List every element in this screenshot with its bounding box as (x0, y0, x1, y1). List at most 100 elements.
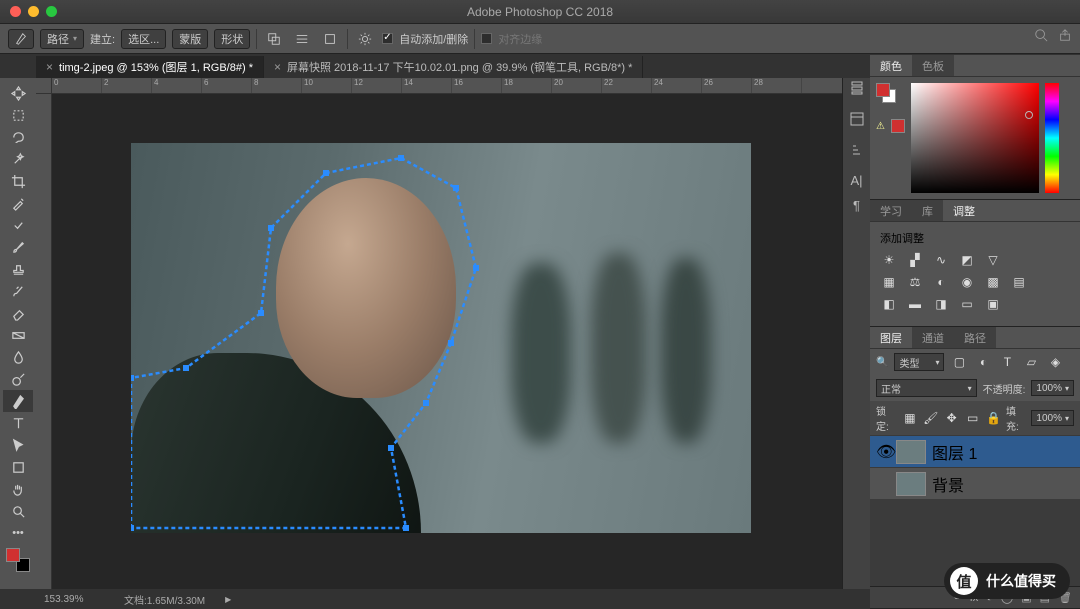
eyedropper-tool[interactable] (3, 192, 33, 214)
path-ops-icon[interactable] (263, 28, 285, 50)
eraser-tool[interactable] (3, 302, 33, 324)
layer-thumbnail[interactable] (896, 472, 926, 496)
selective-color-adj-icon[interactable]: ▣ (984, 296, 1002, 312)
hue-slider[interactable] (1045, 83, 1059, 193)
make-mask-button[interactable]: 蒙版 (172, 29, 208, 49)
document-tab[interactable]: ×timg-2.jpeg @ 153% (图层 1, RGB/8#) * (36, 56, 264, 78)
color-fg-bg-swatch[interactable] (876, 83, 898, 113)
layer-name[interactable]: 图层 1 (932, 440, 977, 464)
stamp-tool[interactable] (3, 258, 33, 280)
layer-thumbnail[interactable] (896, 440, 926, 464)
path-mode-select[interactable]: 路径▾ (40, 29, 84, 49)
filter-shape-icon[interactable]: ▱ (1022, 354, 1040, 370)
exposure-adj-icon[interactable]: ◩ (958, 252, 976, 268)
brush-tool[interactable] (3, 236, 33, 258)
color-field[interactable] (911, 83, 1039, 193)
libraries-tab[interactable]: 库 (912, 200, 943, 221)
gradient-map-adj-icon[interactable]: ▭ (958, 296, 976, 312)
invert-adj-icon[interactable]: ◧ (880, 296, 898, 312)
lookup-adj-icon[interactable]: ▤ (1010, 274, 1028, 290)
layers-tab[interactable]: 图层 (870, 327, 912, 348)
path-arrange-icon[interactable] (319, 28, 341, 50)
lock-all-icon[interactable]: 🔒 (985, 410, 1002, 426)
layer-name[interactable]: 背景 (932, 472, 964, 496)
filter-smart-icon[interactable]: ◈ (1046, 354, 1064, 370)
align-edges-checkbox[interactable] (481, 33, 492, 44)
fg-bg-colors[interactable] (6, 548, 30, 572)
hue-sat-adj-icon[interactable]: ▦ (880, 274, 898, 290)
brushes-panel-icon[interactable] (849, 142, 865, 163)
layer-row[interactable]: 背景 (870, 467, 1080, 499)
fill-field[interactable]: 100%▾ (1031, 410, 1074, 426)
lock-trans-icon[interactable]: ▦ (901, 410, 918, 426)
close-tab-icon[interactable]: × (46, 60, 53, 74)
levels-adj-icon[interactable]: ▞ (906, 252, 924, 268)
filter-search-icon[interactable]: 🔍 (876, 357, 888, 368)
document-tab[interactable]: ×屏幕快照 2018-11-17 下午10.02.01.png @ 39.9% … (264, 56, 643, 78)
crop-tool[interactable] (3, 170, 33, 192)
channels-tab[interactable]: 通道 (912, 327, 954, 348)
magic-wand-tool[interactable] (3, 148, 33, 170)
search-icon[interactable] (1034, 28, 1048, 47)
lock-artboard-icon[interactable]: ▭ (964, 410, 981, 426)
auto-add-delete-checkbox[interactable] (382, 33, 393, 44)
share-icon[interactable] (1058, 28, 1072, 47)
current-tool-indicator[interactable] (8, 29, 34, 49)
curves-adj-icon[interactable]: ∿ (932, 252, 950, 268)
make-shape-button[interactable]: 形状 (214, 29, 250, 49)
channel-mixer-adj-icon[interactable]: ▩ (984, 274, 1002, 290)
status-bar: 153.39% 文档:1.65M/3.30M ▶ (36, 589, 870, 609)
type-tool[interactable] (3, 412, 33, 434)
close-tab-icon[interactable]: × (274, 60, 281, 74)
move-tool[interactable] (3, 82, 33, 104)
lock-pos-icon[interactable]: ✥ (943, 410, 960, 426)
canvas-area[interactable]: 0246810121416182022242628 (36, 78, 870, 589)
character-panel-icon[interactable]: A| (850, 173, 862, 188)
color-tab[interactable]: 颜色 (870, 55, 912, 76)
layer-row[interactable]: 👁 图层 1 (870, 435, 1080, 467)
adjustments-tab[interactable]: 调整 (943, 200, 985, 221)
bw-adj-icon[interactable]: ◐ (932, 274, 950, 290)
blend-mode-select[interactable]: 正常▾ (876, 379, 977, 397)
gear-icon[interactable] (354, 28, 376, 50)
posterize-adj-icon[interactable]: ▬ (906, 296, 924, 312)
zoom-level[interactable]: 153.39% (44, 594, 104, 605)
lock-paint-icon[interactable]: 🖌 (922, 410, 939, 426)
edit-toolbar-icon[interactable]: ••• (3, 522, 33, 544)
paths-tab[interactable]: 路径 (954, 327, 996, 348)
color-balance-adj-icon[interactable]: ⚖ (906, 274, 924, 290)
filter-adjust-icon[interactable]: ◐ (974, 354, 992, 370)
zoom-tool[interactable] (3, 500, 33, 522)
filter-type-icon[interactable]: T (998, 354, 1016, 370)
marquee-tool[interactable] (3, 104, 33, 126)
document-size[interactable]: 文档:1.65M/3.30M (124, 592, 205, 607)
visibility-toggle[interactable]: 👁 (876, 442, 890, 462)
document-canvas[interactable] (131, 143, 751, 533)
hand-tool[interactable] (3, 478, 33, 500)
path-select-tool[interactable] (3, 434, 33, 456)
make-selection-button[interactable]: 选区... (121, 29, 166, 49)
pen-tool[interactable] (3, 390, 33, 412)
path-align-icon[interactable] (291, 28, 313, 50)
properties-panel-icon[interactable] (849, 111, 865, 132)
vibrance-adj-icon[interactable]: ▽ (984, 252, 1002, 268)
dodge-tool[interactable] (3, 368, 33, 390)
blur-tool[interactable] (3, 346, 33, 368)
photo-filter-adj-icon[interactable]: ◉ (958, 274, 976, 290)
threshold-adj-icon[interactable]: ◨ (932, 296, 950, 312)
history-panel-icon[interactable] (849, 80, 865, 101)
swatches-tab[interactable]: 色板 (912, 55, 954, 76)
lasso-tool[interactable] (3, 126, 33, 148)
history-brush-tool[interactable] (3, 280, 33, 302)
filter-image-icon[interactable]: ▢ (950, 354, 968, 370)
learn-tab[interactable]: 学习 (870, 200, 912, 221)
paragraph-panel-icon[interactable]: ¶ (853, 198, 860, 213)
gradient-tool[interactable] (3, 324, 33, 346)
shape-tool[interactable] (3, 456, 33, 478)
opacity-field[interactable]: 100%▾ (1031, 380, 1074, 396)
layer-filter-type[interactable]: 类型▾ (894, 353, 944, 371)
watermark-icon: 值 (950, 567, 978, 595)
brightness-adj-icon[interactable]: ☀ (880, 252, 898, 268)
heal-tool[interactable] (3, 214, 33, 236)
layer-list: 👁 图层 1 背景 (870, 435, 1080, 499)
